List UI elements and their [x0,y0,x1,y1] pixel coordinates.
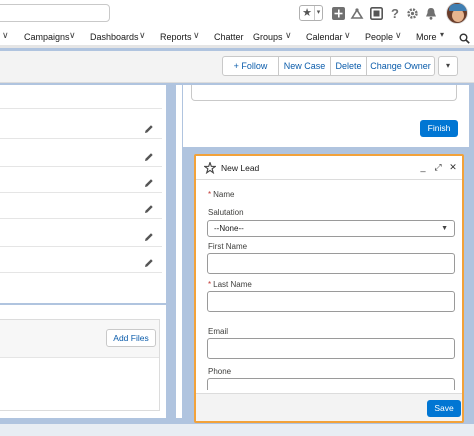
global-search-input[interactable] [0,4,110,22]
favorites-button-group[interactable]: ★ ▾ [299,5,323,21]
detail-field-row [0,115,162,139]
plus-icon: + [233,61,239,71]
files-related-card: Add Files [0,305,166,418]
email-input[interactable] [207,338,455,359]
detail-field-row [0,169,162,193]
chevron-down-icon[interactable]: ∨ [139,30,146,41]
chevron-down-icon[interactable]: ∨ [395,30,402,41]
nav-item-campaigns[interactable]: Campaigns [24,32,70,42]
help-icon[interactable]: ? [388,6,402,21]
new-lead-docked-composer: New Lead _ ⤢ ✕ * Name Salutation --None--… [194,154,464,423]
salutation-select[interactable]: --None-- ▼ [207,220,455,237]
chevron-down-icon[interactable]: ∨ [193,30,200,41]
user-avatar[interactable] [446,2,468,24]
column-divider [176,85,182,418]
setup-assistant-icon[interactable] [369,6,383,20]
detail-field-row [0,249,162,273]
delete-button[interactable]: Delete [330,57,366,75]
last-name-input[interactable] [207,291,455,312]
nav-item-dashboards[interactable]: Dashboards [90,32,139,42]
search-icon[interactable] [457,31,471,45]
add-files-button[interactable]: Add Files [106,329,156,347]
lead-star-icon [203,160,217,175]
name-section-label: * Name [208,190,234,199]
chevron-down-icon[interactable]: ▾ [440,30,444,39]
finish-button[interactable]: Finish [420,120,458,137]
notifications-bell-icon[interactable] [424,6,438,20]
nav-item-calendar[interactable]: Calendar [306,32,343,42]
last-name-label: * Last Name [208,280,252,289]
close-icon[interactable]: ✕ [448,161,458,173]
salutation-value: --None-- [214,224,244,233]
pencil-edit-icon[interactable] [144,229,154,241]
last-name-text: Last Name [213,280,252,289]
expand-icon[interactable]: ⤢ [433,161,443,173]
files-header: Add Files [0,320,159,358]
chevron-down-icon[interactable]: ∨ [2,30,9,41]
phone-label: Phone [208,367,232,376]
app-navigation-bar: ∨ Campaigns ∨ Dashboards ∨ Reports ∨ Cha… [0,28,474,48]
follow-button[interactable]: + Follow [223,57,278,75]
first-name-label: First Name [208,242,248,251]
pencil-edit-icon[interactable] [144,255,154,267]
pencil-edit-icon[interactable] [144,201,154,213]
detail-field-row [0,223,162,247]
chevron-down-icon[interactable]: ∨ [285,30,292,41]
minimize-icon[interactable]: _ [418,161,428,173]
notes-textarea[interactable] [191,85,457,101]
record-action-bar: + Follow New Case Delete Change Owner ▾ [0,51,474,83]
detail-field-row [0,195,162,219]
composer-title: New Lead [221,163,260,173]
pencil-edit-icon[interactable] [144,175,154,187]
nav-item-reports[interactable]: Reports [160,32,192,42]
name-section-text: Name [213,190,235,199]
files-list: Add Files [0,319,160,411]
guidance-card: Finish [183,85,469,147]
favorites-star-icon[interactable]: ★ [300,6,314,20]
pencil-edit-icon[interactable] [144,149,154,161]
composer-footer: Save [196,393,462,421]
detail-field-row [0,85,162,109]
gear-icon[interactable] [405,6,419,20]
pencil-edit-icon[interactable] [144,121,154,133]
phone-input[interactable] [207,378,455,390]
chevron-down-icon: ▼ [441,225,448,232]
email-label: Email [208,327,229,336]
required-asterisk: * [208,280,212,289]
utility-bar [0,424,474,436]
favorites-dropdown-icon[interactable]: ▾ [314,6,322,20]
chevron-down-icon[interactable]: ∨ [344,30,351,41]
more-actions-dropdown[interactable]: ▾ [438,56,458,76]
global-header: ★ ▾ ? [0,0,474,28]
first-name-input[interactable] [207,253,455,274]
required-asterisk: * [208,190,212,199]
add-icon[interactable] [331,6,345,20]
record-actions-group: + Follow New Case Delete Change Owner [222,56,435,76]
save-button[interactable]: Save [427,400,461,417]
nav-item-people[interactable]: People [365,32,393,42]
detail-field-row [0,143,162,167]
chevron-down-icon[interactable]: ∨ [69,30,76,41]
change-owner-button[interactable]: Change Owner [366,57,434,75]
nav-item-groups[interactable]: Groups [253,32,283,42]
avatar-hat [449,4,467,11]
follow-label: Follow [241,61,268,71]
trailhead-icon[interactable] [350,6,364,20]
composer-header[interactable]: New Lead _ ⤢ ✕ [196,156,462,180]
salutation-label: Salutation [208,208,244,217]
record-details-card [0,85,166,303]
new-case-button[interactable]: New Case [278,57,330,75]
nav-item-more[interactable]: More [416,32,437,42]
nav-item-chatter[interactable]: Chatter [214,32,244,42]
